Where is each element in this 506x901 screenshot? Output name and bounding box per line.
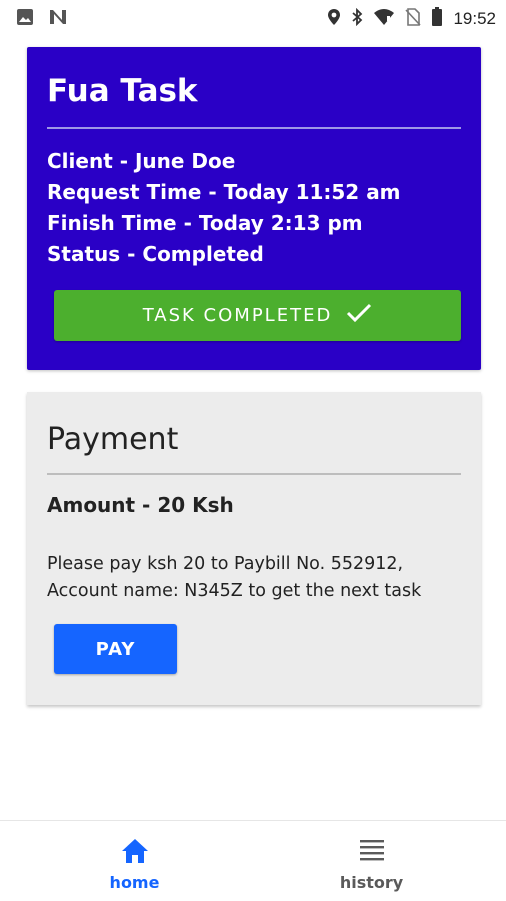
wifi-icon [373, 8, 395, 30]
pay-button[interactable]: PAY [54, 624, 177, 674]
client-info: Client - June Doe [47, 149, 236, 173]
battery-icon [431, 7, 443, 31]
bluetooth-icon [351, 7, 363, 30]
status-info: Status - Completed [47, 242, 264, 266]
clock: 19:52 [453, 9, 496, 28]
nav-home-label: home [109, 873, 160, 892]
nav-home[interactable]: home [8, 821, 261, 901]
image-icon [16, 8, 34, 30]
home-icon [120, 837, 150, 869]
payment-instructions: Please pay ksh 20 to Paybill No. 552912,… [47, 554, 422, 601]
task-divider [47, 127, 461, 129]
task-completed-label: TASK COMPLETED [142, 305, 333, 326]
status-bar: 19:52 [0, 0, 506, 36]
payment-divider [47, 473, 461, 475]
task-card: Fua Task Client - June Doe Request Time … [27, 47, 481, 370]
nav-history-label: history [339, 873, 404, 892]
payment-amount: Amount - 20 Ksh [47, 493, 234, 517]
list-icon [359, 837, 385, 865]
task-completed-button[interactable]: TASK COMPLETED [54, 290, 461, 341]
bottom-navigation: home history [0, 820, 506, 901]
payment-card: Payment Amount - 20 Ksh Please pay ksh 2… [27, 392, 481, 705]
task-title: Fua Task [47, 73, 198, 109]
payment-title: Payment [47, 422, 179, 457]
location-icon [327, 8, 341, 30]
request-time-info: Request Time - Today 11:52 am [47, 180, 401, 204]
nav-history[interactable]: history [245, 821, 498, 901]
n-app-icon [48, 8, 68, 30]
no-sim-icon [405, 8, 422, 30]
finish-time-info: Finish Time - Today 2:13 pm [47, 211, 363, 235]
checkmark-icon [346, 302, 372, 329]
